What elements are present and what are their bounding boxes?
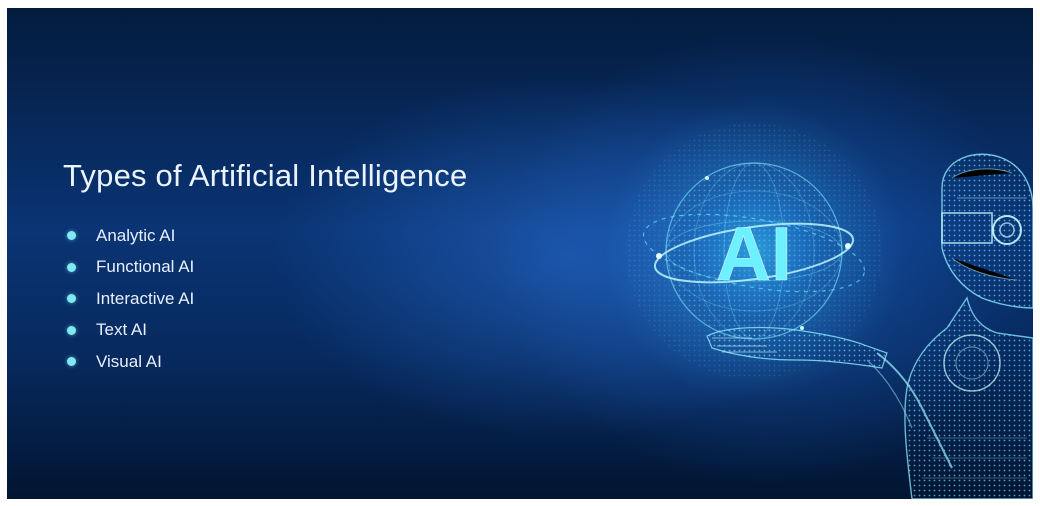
robot-ai-illustration: AI <box>604 101 1033 499</box>
robot-head-icon <box>941 153 1033 309</box>
slide-canvas: Types of Artificial Intelligence Analyti… <box>7 8 1033 499</box>
robot-body-icon <box>866 296 1033 499</box>
ai-logo-text: AI <box>716 212 792 297</box>
